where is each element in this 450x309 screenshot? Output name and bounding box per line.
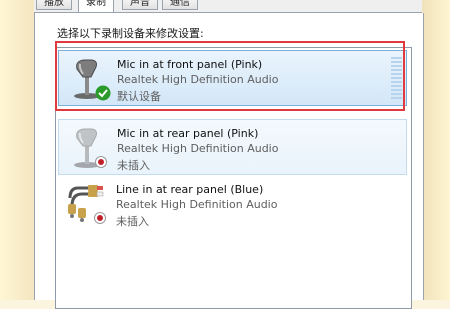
tab-sounds[interactable]: 声音 <box>122 0 158 10</box>
background-right <box>422 0 450 300</box>
microphone-icon <box>65 124 111 170</box>
tab-playback[interactable]: 播放 <box>36 0 72 10</box>
device-status: 未插入 <box>117 159 150 172</box>
background-left <box>0 0 34 300</box>
unplugged-icon <box>94 212 106 224</box>
unplugged-icon <box>95 156 107 168</box>
device-status: 未插入 <box>116 215 149 228</box>
audio-cable-icon <box>64 180 110 226</box>
device-name: Mic in at rear panel (Pink) <box>117 127 259 140</box>
device-row-line-in[interactable]: Line in at rear panel (Blue) Realtek Hig… <box>58 176 407 232</box>
device-row-rear-mic[interactable]: Mic in at rear panel (Pink) Realtek High… <box>58 119 407 175</box>
device-driver: Realtek High Definition Audio <box>117 142 279 155</box>
device-driver: Realtek High Definition Audio <box>116 198 278 211</box>
tab-recording[interactable]: 录制 <box>78 0 114 12</box>
highlight-box <box>55 41 405 111</box>
device-name: Line in at rear panel (Blue) <box>116 183 264 196</box>
instruction-label: 选择以下录制设备来修改设置: <box>57 27 204 40</box>
tab-bar: 播放 录制 声音 通信 <box>34 0 422 13</box>
tab-communications[interactable]: 通信 <box>162 0 198 10</box>
